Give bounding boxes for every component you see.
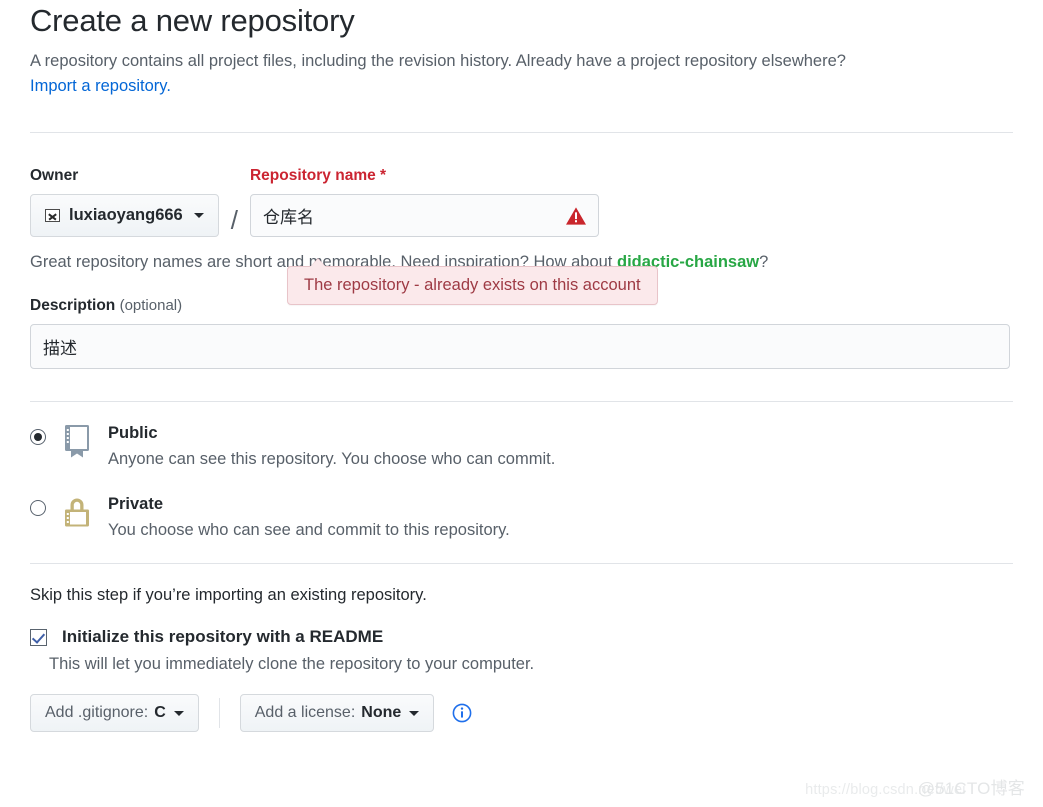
repository-name-label: Repository name * [250,167,599,186]
initialize-readme-text: Initialize this repository with a README [62,625,383,649]
lock-icon [65,498,89,527]
chevron-down-icon [193,213,204,219]
visibility-options: Public Anyone can see this repository. Y… [30,422,1013,541]
license-dropdown-button[interactable]: Add a license: None [239,694,435,733]
gitignore-prefix-label: Add .gitignore: [45,704,149,722]
owner-label: Owner [30,166,79,184]
chevron-down-icon [173,710,184,716]
radio-public[interactable] [30,429,46,446]
page-subtitle: A repository contains all project files,… [30,49,1013,100]
initialize-readme-row[interactable]: Initialize this repository with a README [30,625,1013,649]
visibility-option-private[interactable]: Private You choose who can see and commi… [30,493,1013,542]
visibility-private-description: You choose who can see and commit to thi… [108,521,510,540]
owner-field-group: Owner luxiaoyang666 [30,167,219,238]
owner-repo-separator: / [230,205,238,236]
repository-name-input-wrap [249,194,599,238]
owner-name-label: luxiaoyang666 [69,206,183,225]
broken-image-icon [45,209,60,223]
page-title: Create a new repository [30,3,355,38]
visibility-public-description: Anyone can see this repository. You choo… [108,450,556,469]
checkbox-initialize-readme[interactable] [30,629,47,647]
initialize-note: Skip this step if you’re importing an ex… [30,586,427,605]
watermark: https://blog.csdn.net/wei@51CTO博客 [805,774,1025,799]
radio-private[interactable] [30,499,46,516]
repo-name-field-group: Repository name * [249,167,599,238]
visibility-option-public[interactable]: Public Anyone can see this repository. Y… [30,422,1013,471]
repository-name-input[interactable] [249,194,599,238]
watermark-brand: @51CTO博客 [917,779,1025,798]
description-label-text: Description [30,297,116,315]
create-repository-page: Create a new repository A repository con… [0,0,1043,807]
repository-name-error-tooltip: The repository - already exists on this … [287,258,658,305]
helper-text-after: ? [759,253,769,272]
gitignore-value-label: C [154,704,166,722]
description-block: Description (optional) [30,297,1013,370]
bottom-controls-divider [218,698,220,729]
divider-after-description [30,401,1013,403]
required-asterisk: * [380,166,387,184]
divider-top [30,131,1013,133]
repository-name-label-text: Repository name [249,166,376,184]
initialize-readme-label: Initialize this repository with a README [62,627,384,647]
license-value-label: None [361,704,402,722]
visibility-public-text: Public Anyone can see this repository. Y… [108,422,555,471]
visibility-private-title: Private [108,494,164,513]
visibility-public-title: Public [108,424,158,443]
page-subtitle-text: A repository contains all project files,… [30,51,846,70]
description-input[interactable] [30,324,1010,370]
repository-name-row: Owner luxiaoyang666 / Repository name * [30,167,1013,238]
visibility-private-text: Private You choose who can see and commi… [108,493,510,542]
owner-select-button[interactable]: luxiaoyang666 [30,194,219,238]
license-prefix-label: Add a license: [254,704,356,722]
repo-book-icon [65,425,89,458]
import-repository-link[interactable]: Import a repository. [30,77,171,95]
divider-after-visibility [30,563,1013,565]
chevron-down-icon [409,710,420,716]
bottom-controls-row: Add .gitignore: C Add a license: None [30,694,1013,733]
info-circle-icon[interactable] [452,703,472,723]
initialize-readme-description: This will let you immediately clone the … [49,655,535,674]
gitignore-dropdown-button[interactable]: Add .gitignore: C [30,694,199,733]
description-optional-label: (optional) [119,297,183,315]
